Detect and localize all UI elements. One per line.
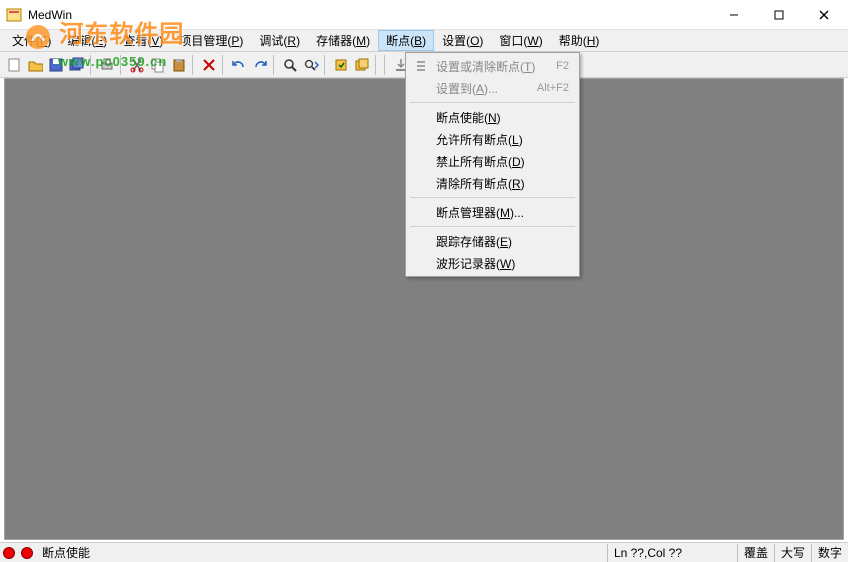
menu-item-label: 跟踪存储器(E) — [436, 233, 569, 250]
paste-button[interactable] — [169, 55, 189, 75]
status-led-1 — [3, 547, 15, 559]
copy-button[interactable] — [148, 55, 168, 75]
menu-item-d[interactable]: 禁止所有断点(D) — [408, 150, 577, 172]
menu-item-label: 清除所有断点(R) — [436, 175, 569, 192]
menu-item-w[interactable]: 波形记录器(W) — [408, 252, 577, 274]
status-position: Ln ??,Col ?? — [607, 544, 737, 562]
menubar: 文件(F)编辑(E)查看(V)项目管理(P)调试(R)存储器(M)断点(B)设置… — [0, 30, 848, 52]
breakpoints-menu: 设置或清除断点(T)F2设置到(A)...Alt+F2断点使能(N)允许所有断点… — [405, 52, 580, 277]
redo-button[interactable] — [250, 55, 270, 75]
status-led-2 — [21, 547, 33, 559]
menu-p[interactable]: 项目管理(P) — [171, 30, 251, 51]
toolbar-separator — [222, 55, 226, 75]
toolbar-separator — [324, 55, 328, 75]
menu-w[interactable]: 窗口(W) — [491, 30, 550, 51]
menu-separator — [410, 102, 575, 103]
breakpoint-toggle-icon — [414, 59, 428, 73]
menu-item-label: 断点使能(N) — [436, 109, 569, 126]
toolbar-separator — [192, 55, 196, 75]
menu-item-label: 设置或清除断点(T) — [436, 58, 556, 75]
toolbar-separator — [273, 55, 277, 75]
menu-item-t: 设置或清除断点(T)F2 — [408, 55, 577, 77]
save-all-button[interactable] — [67, 55, 87, 75]
open-file-button[interactable] — [25, 55, 45, 75]
menu-b[interactable]: 断点(B) — [378, 30, 434, 51]
toolbar-separator — [90, 55, 94, 75]
menu-item-m[interactable]: 断点管理器(M)... — [408, 201, 577, 223]
new-file-button[interactable] — [4, 55, 24, 75]
rebuild-button[interactable] — [352, 55, 372, 75]
menu-separator — [410, 226, 575, 227]
build-button[interactable] — [331, 55, 351, 75]
status-caps: 大写 — [774, 544, 811, 562]
menu-item-label: 设置到(A)... — [436, 80, 537, 97]
menu-m[interactable]: 存储器(M) — [308, 30, 378, 51]
cut-button[interactable] — [127, 55, 147, 75]
maximize-button[interactable] — [756, 1, 801, 29]
status-overwrite: 覆盖 — [737, 544, 774, 562]
menu-item-label: 断点管理器(M)... — [436, 204, 569, 221]
menu-r[interactable]: 调试(R) — [251, 30, 308, 51]
status-message: 断点使能 — [36, 544, 96, 562]
undo-button[interactable] — [229, 55, 249, 75]
minimize-button[interactable] — [711, 1, 756, 29]
find-next-button[interactable] — [301, 55, 321, 75]
toolbar-separator — [384, 55, 388, 75]
menu-item-accel: Alt+F2 — [537, 82, 569, 94]
menu-item-l[interactable]: 允许所有断点(L) — [408, 128, 577, 150]
statusbar: 断点使能 Ln ??,Col ?? 覆盖 大写 数字 — [0, 542, 848, 562]
menu-item-label: 波形记录器(W) — [436, 255, 569, 272]
menu-item-e[interactable]: 跟踪存储器(E) — [408, 230, 577, 252]
menu-item-accel: F2 — [556, 60, 569, 72]
menu-item-label: 禁止所有断点(D) — [436, 153, 569, 170]
toolbar-separator — [375, 55, 379, 75]
status-num: 数字 — [811, 544, 848, 562]
menu-h[interactable]: 帮助(H) — [551, 30, 608, 51]
menu-separator — [410, 197, 575, 198]
menu-item-r[interactable]: 清除所有断点(R) — [408, 172, 577, 194]
menu-v[interactable]: 查看(V) — [115, 30, 171, 51]
close-button[interactable] — [801, 1, 846, 29]
menu-item-label: 允许所有断点(L) — [436, 131, 569, 148]
titlebar: MedWin — [0, 0, 848, 30]
menu-f[interactable]: 文件(F) — [4, 30, 59, 51]
menu-o[interactable]: 设置(O) — [434, 30, 491, 51]
delete-button[interactable] — [199, 55, 219, 75]
menu-e[interactable]: 编辑(E) — [59, 30, 115, 51]
window-title: MedWin — [28, 8, 711, 22]
print-button[interactable] — [97, 55, 117, 75]
find-button[interactable] — [280, 55, 300, 75]
menu-item-n[interactable]: 断点使能(N) — [408, 106, 577, 128]
app-icon — [6, 7, 22, 23]
menu-item-a: 设置到(A)...Alt+F2 — [408, 77, 577, 99]
save-file-button[interactable] — [46, 55, 66, 75]
toolbar-separator — [120, 55, 124, 75]
